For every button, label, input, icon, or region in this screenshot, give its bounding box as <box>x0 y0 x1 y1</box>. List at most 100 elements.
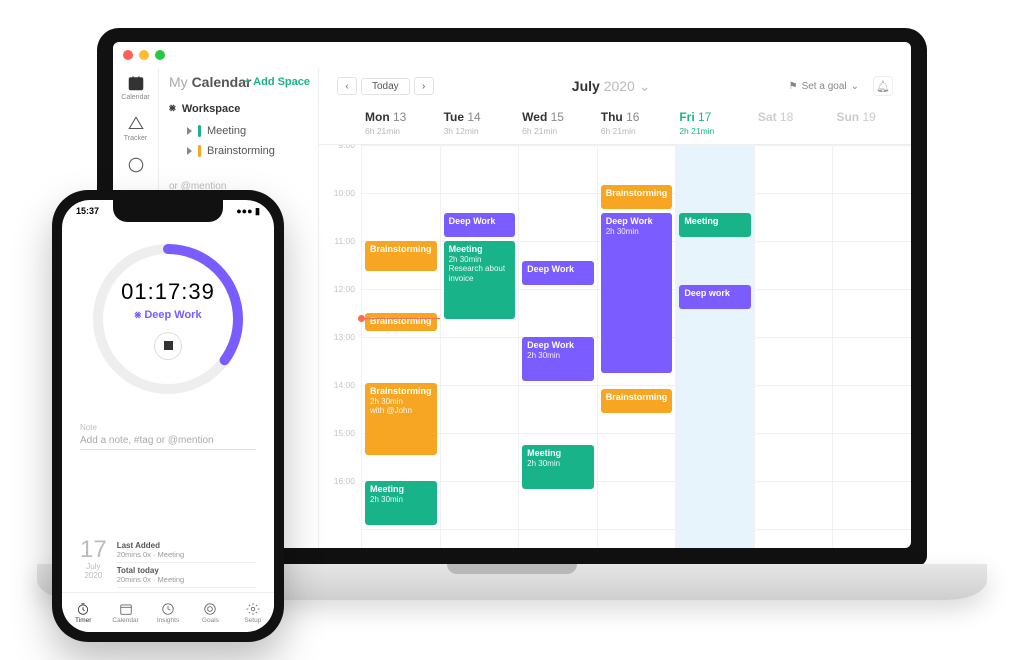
day-header-tue[interactable]: Tue 143h 12min <box>440 104 519 144</box>
tab-insights[interactable]: Insights <box>147 593 189 632</box>
day-header-sat[interactable]: Sat 18 <box>754 104 833 144</box>
next-button[interactable]: › <box>414 77 434 95</box>
sidebar-item-label: Brainstorming <box>207 145 275 157</box>
mac-window-controls[interactable] <box>113 42 911 68</box>
day-column-sat[interactable] <box>754 145 833 548</box>
phone-screen: 15:37 ●●● ▮ 01:17:39 ⨳ Deep Work <box>62 200 274 632</box>
close-icon[interactable] <box>123 50 133 60</box>
calendar-event[interactable]: Deep Work2h 30min <box>522 337 594 381</box>
calendar-event[interactable]: Meeting2h 30minResearch about invoice <box>444 241 516 319</box>
flag-icon: ⚑ <box>789 81 798 92</box>
rail-calendar[interactable]: Calendar <box>116 74 156 101</box>
tab-label: Timer <box>75 617 91 624</box>
month-label: July <box>572 78 600 94</box>
rail-insights[interactable] <box>116 156 156 176</box>
workspace-heading[interactable]: ⨳ Workspace <box>169 102 308 115</box>
maximize-icon[interactable] <box>155 50 165 60</box>
chevron-down-icon: ⌄ <box>851 81 859 92</box>
day-header-wed[interactable]: Wed 156h 21min <box>518 104 597 144</box>
minimize-icon[interactable] <box>139 50 149 60</box>
play-icon <box>187 127 192 135</box>
phone-frame: 15:37 ●●● ▮ 01:17:39 ⨳ Deep Work <box>52 190 284 642</box>
sidebar-item-label: Meeting <box>207 125 246 137</box>
stop-button[interactable] <box>154 332 182 360</box>
add-space-button[interactable]: + Add Space <box>244 76 310 88</box>
calendar-event[interactable]: Deep Work2h 30min <box>601 213 673 373</box>
play-icon <box>187 147 192 155</box>
chart-icon <box>127 156 145 174</box>
tab-goals[interactable]: Goals <box>189 593 231 632</box>
calendar-main: ‹ Today › July 2020 ⌄ ⚑ Set a goal ⌄ <box>319 68 911 548</box>
bell-icon: 🔔︎ <box>876 80 890 93</box>
day-column-sun[interactable] <box>832 145 911 548</box>
calendar-event[interactable]: Deep Work <box>444 213 516 237</box>
day-column-thu[interactable]: Brainstorming Deep Work2h 30min Brainstorm… <box>597 145 676 548</box>
set-goal-button[interactable]: ⚑ Set a goal ⌄ <box>789 81 859 92</box>
day-header-fri[interactable]: Fri 172h 21min <box>675 104 754 144</box>
phone-tab-bar: Timer Calendar Insights Goals Setup <box>62 592 274 632</box>
day-column-wed[interactable]: Deep Work Deep Work2h 30min Meeting2h 30mi… <box>518 145 597 548</box>
title-prefix: My <box>169 74 192 90</box>
calendar-event[interactable]: Brainstorming2h 30minwith @John <box>365 383 437 455</box>
today-button[interactable]: Today <box>361 78 410 95</box>
prev-button[interactable]: ‹ <box>337 77 357 95</box>
note-heading: Note <box>80 423 256 432</box>
hour-label: 10:00 <box>319 188 361 236</box>
date-month: July <box>80 562 107 571</box>
rail-label: Tracker <box>124 135 147 142</box>
timer-icon <box>76 602 90 616</box>
month-year-label[interactable]: July 2020 ⌄ <box>448 78 775 95</box>
hour-label: 11:00 <box>319 236 361 284</box>
tab-calendar[interactable]: Calendar <box>104 593 146 632</box>
calendar-event[interactable]: Deep work <box>679 285 751 309</box>
hour-label: 15:00 <box>319 428 361 476</box>
title-bold: Calendar <box>192 74 252 90</box>
workspace-icon: ⨳ <box>169 102 176 115</box>
day-column-fri[interactable]: Meeting Deep work <box>675 145 754 548</box>
status-time: 15:37 <box>76 206 99 217</box>
day-header-thu[interactable]: Thu 166h 21min <box>597 104 676 144</box>
calendar-event[interactable]: Brainstorming <box>365 241 437 271</box>
timer-label: ⨳ Deep Work <box>134 309 201 322</box>
date-year: 2020 <box>80 571 107 580</box>
setup-icon <box>246 602 260 616</box>
calendar-event[interactable]: Meeting2h 30min <box>365 481 437 525</box>
sidebar-item-brainstorming[interactable]: Brainstorming <box>169 141 308 161</box>
calendar-event[interactable]: Brainstorming <box>601 389 673 413</box>
day-header-mon[interactable]: Mon 136h 21min <box>361 104 440 144</box>
calendar-event[interactable]: Meeting2h 30min <box>522 445 594 489</box>
hour-label: 9:00 <box>319 145 361 188</box>
calendar-event[interactable]: Brainstorming <box>365 313 437 331</box>
time-axis: 9:0010:0011:0012:0013:0014:0015:0016:00 <box>319 145 361 548</box>
day-column-mon[interactable]: Brainstorming Brainstorming Brainstorming2… <box>361 145 440 548</box>
note-section: Note Add a note, #tag or @mention <box>80 423 256 450</box>
color-tag <box>198 145 201 157</box>
calendar-event[interactable]: Meeting <box>679 213 751 237</box>
tab-timer[interactable]: Timer <box>62 593 104 632</box>
note-input[interactable]: Add a note, #tag or @mention <box>80 432 256 450</box>
tab-label: Goals <box>202 617 219 624</box>
calendar-grid[interactable]: 9:0010:0011:0012:0013:0014:0015:0016:00 … <box>319 145 911 548</box>
goal-label: Set a goal <box>802 81 847 92</box>
tab-setup[interactable]: Setup <box>232 593 274 632</box>
rail-label: Calendar <box>121 94 149 101</box>
phone-notch <box>113 200 223 222</box>
hour-label: 12:00 <box>319 284 361 332</box>
hour-label: 13:00 <box>319 332 361 380</box>
day-column-tue[interactable]: Deep Work Meeting2h 30minResearch about i… <box>440 145 519 548</box>
timer-value: 01:17:39 <box>121 279 215 305</box>
stat-lines: Last Added20mins 0x · Meeting Total toda… <box>117 538 256 588</box>
rail-tracker[interactable]: Tracker <box>116 115 156 142</box>
color-tag <box>198 125 201 137</box>
insights-icon <box>161 602 175 616</box>
date-nav: ‹ Today › <box>337 77 434 95</box>
calendar-event[interactable]: Brainstorming <box>601 185 673 209</box>
hour-label: 14:00 <box>319 380 361 428</box>
chevron-down-icon: ⌄ <box>639 78 651 94</box>
tab-label: Insights <box>157 617 179 624</box>
sidebar-item-meeting[interactable]: Meeting <box>169 121 308 141</box>
day-header-sun[interactable]: Sun 19 <box>832 104 911 144</box>
workspace-label: Workspace <box>182 103 241 115</box>
calendar-event[interactable]: Deep Work <box>522 261 594 285</box>
notifications-button[interactable]: 🔔︎ <box>873 76 893 96</box>
